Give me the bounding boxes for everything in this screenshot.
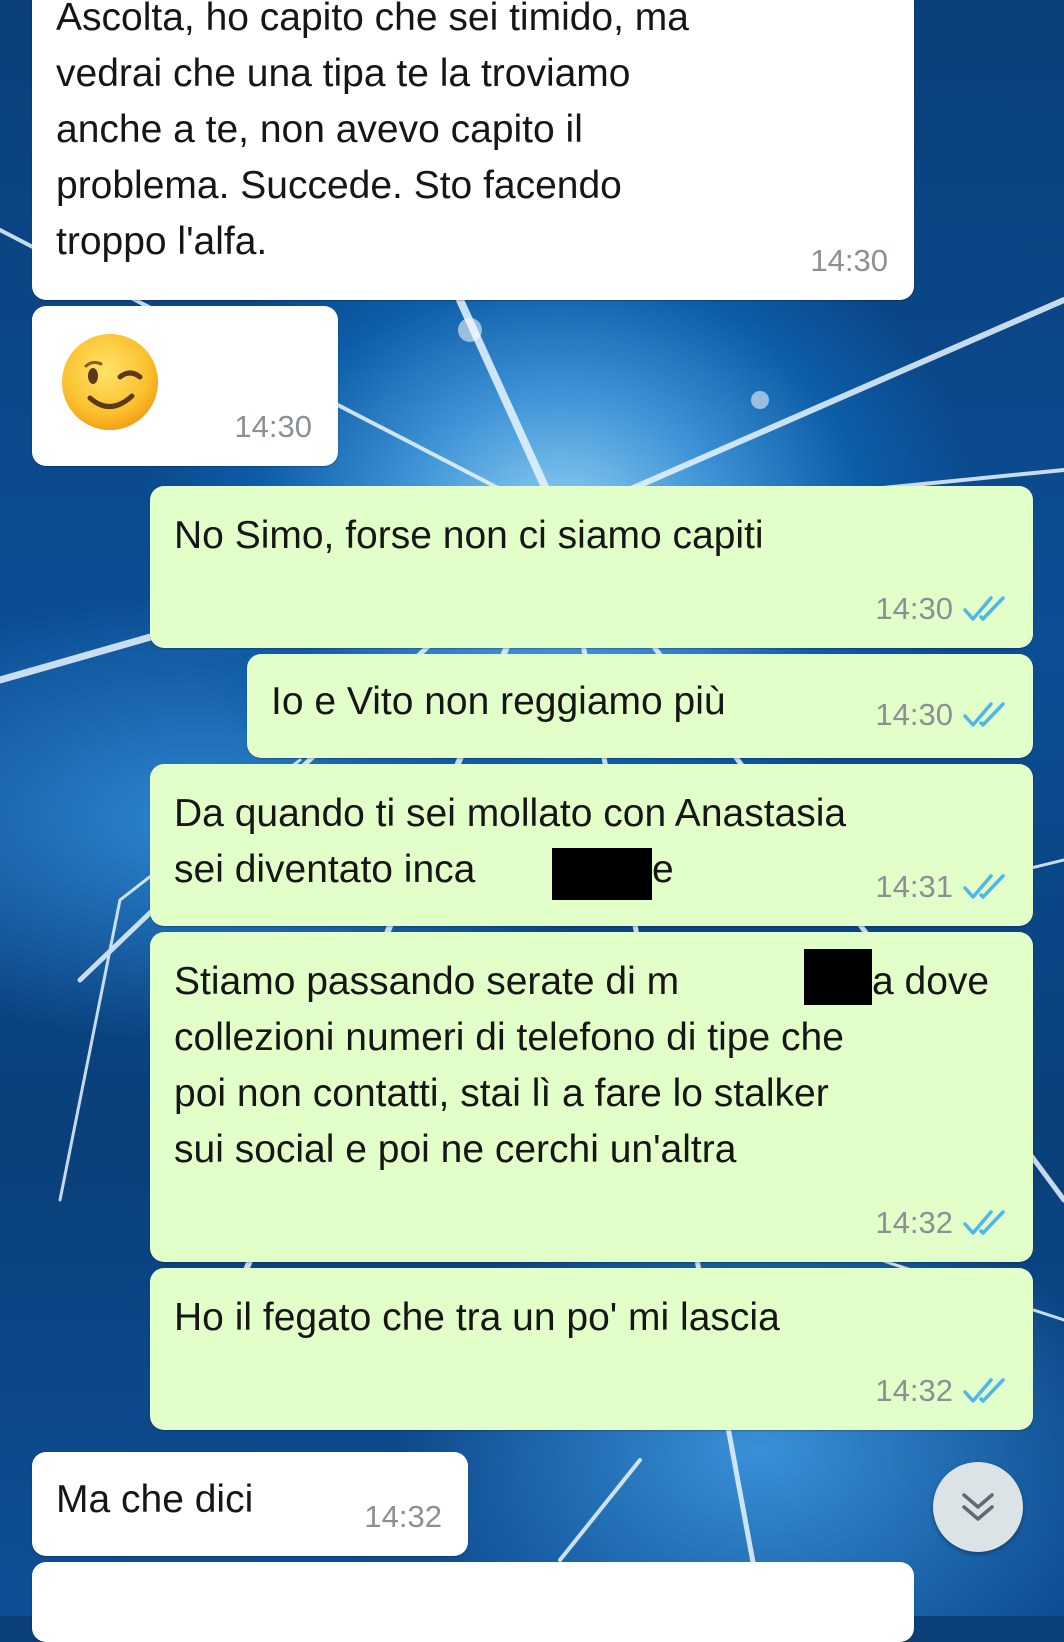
double-chevron-down-icon xyxy=(962,1493,994,1521)
censor-block xyxy=(552,848,652,900)
message-timestamp: 14:32 xyxy=(875,1373,953,1408)
message-text-line: collezioni numeri di telefono di tipe ch… xyxy=(174,1016,844,1059)
message-text-line: e xyxy=(652,848,674,891)
double-check-icon xyxy=(963,702,1005,727)
message-timestamp: 14:30 xyxy=(875,591,953,626)
message-text-line: Stiamo passando serate di m xyxy=(174,960,680,1003)
message-text-line: vedrai che una tipa te la troviamo xyxy=(56,52,631,95)
outgoing-message-bubble[interactable]: Ho il fegato che tra un po' mi lascia 14… xyxy=(150,1268,1033,1430)
message-text-line: problema. Succede. Sto facendo xyxy=(56,164,622,207)
outgoing-message-bubble[interactable]: No Simo, forse non ci siamo capiti 14:30 xyxy=(150,486,1033,648)
double-check-icon xyxy=(963,1210,1005,1235)
message-text-line: Da quando ti sei mollato con Anastasia xyxy=(174,792,847,835)
message-text-line: No Simo, forse non ci siamo capiti xyxy=(174,514,764,557)
message-meta: 14:30 xyxy=(875,698,1007,732)
message-meta: 14:30 xyxy=(810,244,888,278)
outgoing-message-bubble[interactable]: Stiamo passando serate di m a dove colle… xyxy=(150,932,1033,1262)
message-meta: 14:30 xyxy=(234,410,312,444)
message-text-line: anche a te, non avevo capito il xyxy=(56,108,583,151)
message-meta: 14:30 xyxy=(875,592,1007,626)
message-text-line: sui social e poi ne cerchi un'altra xyxy=(174,1128,737,1171)
message-timestamp: 14:31 xyxy=(875,869,953,904)
message-timestamp: 14:32 xyxy=(875,1205,953,1240)
message-text-line: Ho il fegato che tra un po' mi lascia xyxy=(174,1296,780,1339)
message-meta: 14:32 xyxy=(875,1374,1007,1408)
scroll-to-bottom-button[interactable] xyxy=(933,1462,1023,1552)
double-check-icon xyxy=(963,596,1005,621)
message-meta: 14:32 xyxy=(364,1500,442,1534)
message-timestamp: 14:30 xyxy=(810,243,888,278)
message-text-line: poi non contatti, stai lì a fare lo stal… xyxy=(174,1072,829,1115)
message-timestamp: 14:30 xyxy=(234,409,312,444)
outgoing-message-bubble[interactable]: Da quando ti sei mollato con Anastasia s… xyxy=(150,764,1033,926)
message-text-line: Io e Vito non reggiamo più xyxy=(271,680,726,723)
message-timestamp: 14:30 xyxy=(875,697,953,732)
message-timestamp: 14:32 xyxy=(364,1499,442,1534)
outgoing-message-bubble[interactable]: Io e Vito non reggiamo più 14:30 xyxy=(247,654,1033,758)
incoming-message-bubble-partial[interactable] xyxy=(32,1562,914,1642)
message-text-line: Ascolta, ho capito che sei timido, ma xyxy=(56,0,689,39)
incoming-message-bubble[interactable]: 14:30 xyxy=(32,306,338,466)
message-text-line: troppo l'alfa. xyxy=(56,220,268,263)
message-text-line: Ma che dici xyxy=(56,1478,254,1521)
message-meta: 14:31 xyxy=(875,870,1007,904)
double-check-icon xyxy=(963,874,1005,899)
censor-block xyxy=(804,949,872,1005)
winking-face-icon xyxy=(62,334,158,430)
message-text-line: a dove xyxy=(872,960,990,1003)
incoming-message-bubble[interactable]: Ma che dici 14:32 xyxy=(32,1452,468,1556)
incoming-message-bubble[interactable]: Ascolta, ho capito che sei timido, ma ve… xyxy=(32,0,914,300)
double-check-icon xyxy=(963,1378,1005,1403)
message-text-line: sei diventato inca xyxy=(174,848,476,891)
message-meta: 14:32 xyxy=(875,1206,1007,1240)
